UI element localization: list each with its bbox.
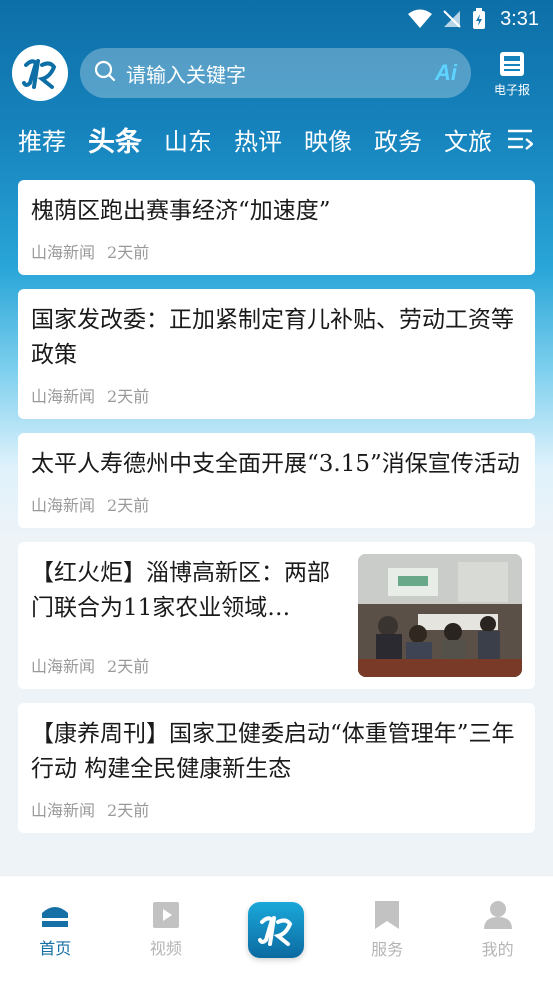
tab-imagery[interactable]: 映像 xyxy=(304,122,352,157)
nav-video[interactable]: 视频 xyxy=(126,901,206,959)
tab-culture-travel[interactable]: 文旅 xyxy=(444,122,492,157)
news-title: 【康养周刊】国家卫健委启动“体重管理年”三年行动 构建全民健康新生态 xyxy=(31,721,515,782)
news-meta: 山海新闻 2天前 xyxy=(31,383,522,407)
news-source: 山海新闻 xyxy=(31,801,96,820)
news-meta: 山海新闻 2天前 xyxy=(31,239,522,263)
app-logo[interactable] xyxy=(12,45,68,101)
nav-service-label: 服务 xyxy=(371,939,404,959)
channel-menu-icon[interactable] xyxy=(507,128,534,150)
nav-mine-label: 我的 xyxy=(481,939,514,959)
newspaper-icon xyxy=(500,51,524,76)
news-time: 2天前 xyxy=(107,496,150,515)
bookmark-icon xyxy=(375,900,400,929)
news-title: 太平人寿德州中支全面开展“3.15”消保宣传活动 xyxy=(31,451,520,477)
user-icon xyxy=(483,900,512,929)
tab-commentary[interactable]: 热评 xyxy=(234,122,282,157)
ai-search-icon[interactable]: Ai xyxy=(435,60,457,86)
news-meta: 山海新闻 2天前 xyxy=(31,797,522,821)
news-source: 山海新闻 xyxy=(31,496,96,515)
search-bar[interactable]: 请输入关键字 Ai xyxy=(80,48,471,98)
tab-shandong[interactable]: 山东 xyxy=(164,122,212,157)
epaper-label: 电子报 xyxy=(493,82,530,97)
news-card[interactable]: 国家发改委：正加紧制定育儿补贴、劳动工资等政策 山海新闻 2天前 xyxy=(18,289,535,419)
no-signal-icon xyxy=(442,9,462,29)
header: 请输入关键字 Ai 电子报 xyxy=(0,38,553,108)
news-time: 2天前 xyxy=(107,801,150,820)
news-source: 山海新闻 xyxy=(31,657,96,676)
news-meta: 山海新闻 2天前 xyxy=(31,653,342,677)
status-time: 3:31 xyxy=(500,7,539,30)
news-thumbnail xyxy=(358,554,522,677)
tab-government[interactable]: 政务 xyxy=(374,122,422,157)
news-feed: 槐荫区跑出赛事经济“加速度” 山海新闻 2天前 国家发改委：正加紧制定育儿补贴、… xyxy=(0,170,553,833)
tab-headlines[interactable]: 头条 xyxy=(88,120,142,159)
video-icon xyxy=(152,901,179,928)
bottom-nav: 首页 视频 服务 我的 xyxy=(0,875,553,983)
tab-recommend[interactable]: 推荐 xyxy=(18,122,66,157)
home-icon xyxy=(42,906,69,927)
app-logo-button[interactable] xyxy=(248,901,305,958)
nav-home-label: 首页 xyxy=(39,938,72,958)
news-source: 山海新闻 xyxy=(31,243,96,262)
news-title: 【红火炬】淄博高新区：两部门联合为11家农业领域… xyxy=(31,560,330,621)
search-icon xyxy=(94,60,116,86)
news-card[interactable]: 【红火炬】淄博高新区：两部门联合为11家农业领域… 山海新闻 2天前 xyxy=(18,542,535,689)
news-time: 2天前 xyxy=(107,657,150,676)
nav-center-logo[interactable] xyxy=(236,901,316,958)
nav-video-label: 视频 xyxy=(149,938,182,958)
nav-service[interactable]: 服务 xyxy=(347,900,427,960)
app-logo-icon xyxy=(22,59,57,89)
news-source: 山海新闻 xyxy=(31,387,96,406)
status-bar: 3:31 xyxy=(0,0,553,38)
wifi-icon xyxy=(408,9,433,29)
news-card[interactable]: 【康养周刊】国家卫健委启动“体重管理年”三年行动 构建全民健康新生态 山海新闻 … xyxy=(18,703,535,833)
nav-home[interactable]: 首页 xyxy=(15,901,95,959)
news-card[interactable]: 太平人寿德州中支全面开展“3.15”消保宣传活动 山海新闻 2天前 xyxy=(18,433,535,528)
search-input[interactable]: 请输入关键字 xyxy=(126,59,425,88)
channel-tabs: 推荐 头条 山东 热评 映像 政务 文旅 xyxy=(0,108,553,170)
news-time: 2天前 xyxy=(107,243,150,262)
news-title: 国家发改委：正加紧制定育儿补贴、劳动工资等政策 xyxy=(31,307,514,368)
app-logo-icon xyxy=(258,915,293,946)
news-title: 槐荫区跑出赛事经济“加速度” xyxy=(31,198,331,224)
nav-mine[interactable]: 我的 xyxy=(458,900,538,960)
epaper-button[interactable]: 电子报 xyxy=(483,49,541,98)
news-time: 2天前 xyxy=(107,387,150,406)
news-card[interactable]: 槐荫区跑出赛事经济“加速度” 山海新闻 2天前 xyxy=(18,180,535,275)
news-meta: 山海新闻 2天前 xyxy=(31,492,522,516)
battery-charging-icon xyxy=(472,8,486,30)
